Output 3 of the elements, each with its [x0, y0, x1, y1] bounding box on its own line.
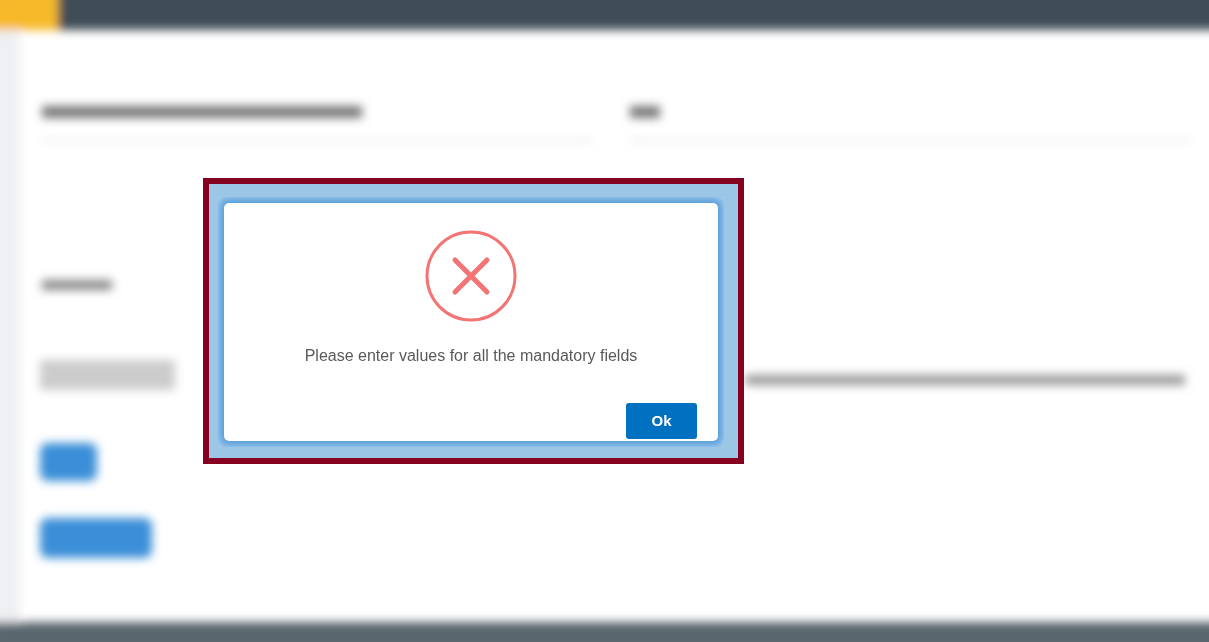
dialog-message: Please enter values for all the mandatory fields [304, 346, 638, 366]
error-icon [424, 230, 518, 322]
ok-button[interactable]: Ok [626, 403, 697, 439]
